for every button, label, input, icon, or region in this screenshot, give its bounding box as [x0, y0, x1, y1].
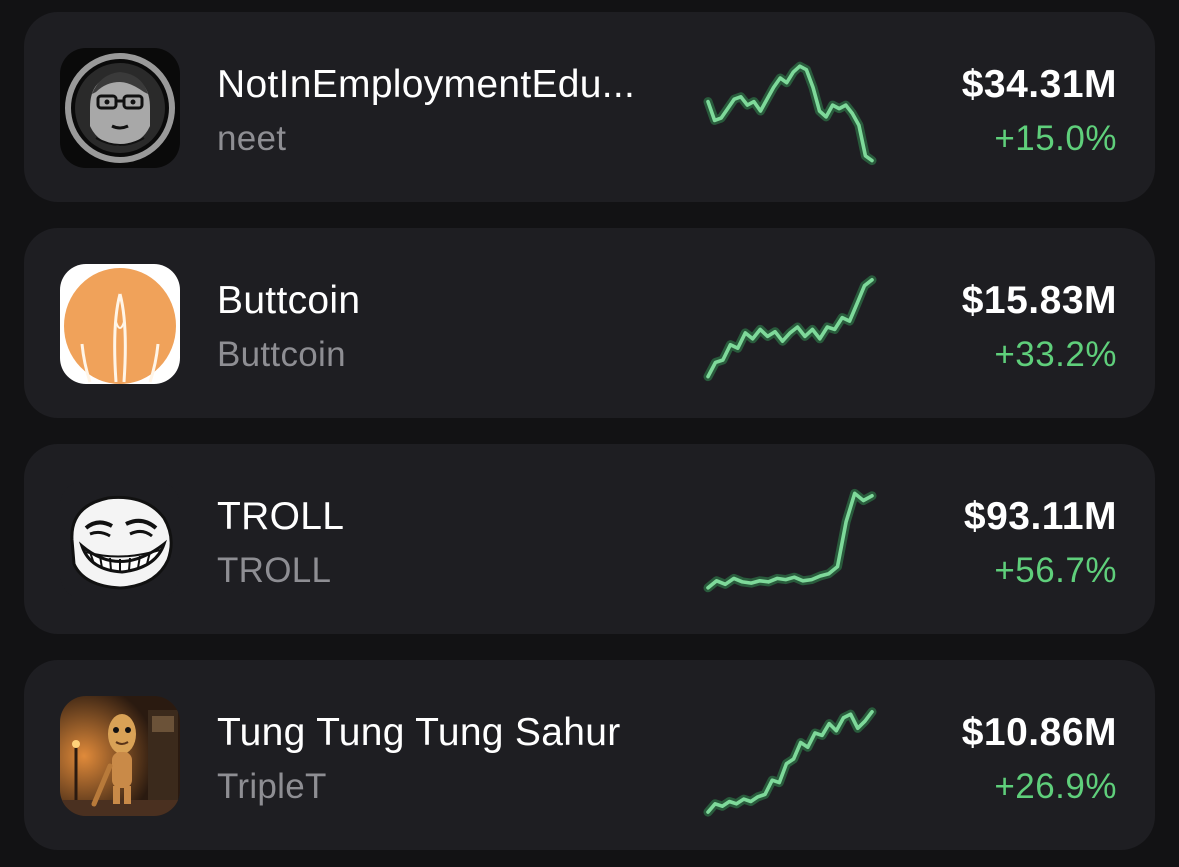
market-cap: $10.86M	[961, 711, 1117, 754]
token-ticker: Buttcoin	[217, 335, 346, 374]
price-change: +15.0%	[994, 119, 1117, 158]
market-cap: $93.11M	[963, 495, 1117, 538]
token-row-tripleT[interactable]: Tung Tung Tung Sahur TripleT $10.86M +26…	[24, 660, 1155, 850]
token-name: Tung Tung Tung Sahur	[217, 711, 621, 754]
price-sparkline	[703, 275, 877, 382]
token-row-buttcoin[interactable]: Buttcoin Buttcoin $15.83M +33.2%	[24, 228, 1155, 418]
token-row-neet[interactable]: NotInEmploymentEdu... neet $34.31M +15.0…	[24, 12, 1155, 202]
token-name: TROLL	[217, 495, 345, 538]
neet-logo-icon	[60, 48, 180, 168]
price-sparkline	[703, 488, 877, 593]
token-ticker: neet	[217, 119, 287, 158]
market-cap: $34.31M	[961, 63, 1117, 106]
price-change: +26.9%	[994, 767, 1117, 806]
token-ticker: TROLL	[217, 551, 332, 590]
token-name: NotInEmploymentEdu...	[217, 63, 636, 106]
token-name: Buttcoin	[217, 279, 361, 322]
buttcoin-logo-icon	[60, 264, 180, 384]
token-list: NotInEmploymentEdu... neet $34.31M +15.0…	[0, 0, 1179, 867]
token-ticker: TripleT	[217, 767, 327, 806]
market-cap: $15.83M	[961, 279, 1117, 322]
troll-face-logo-icon	[60, 480, 180, 600]
price-sparkline	[703, 707, 877, 817]
price-change: +33.2%	[994, 335, 1117, 374]
tung-sahur-logo-icon	[60, 696, 180, 816]
token-row-troll[interactable]: TROLL TROLL $93.11M +56.7%	[24, 444, 1155, 634]
price-change: +56.7%	[994, 551, 1117, 590]
price-sparkline	[703, 61, 877, 166]
